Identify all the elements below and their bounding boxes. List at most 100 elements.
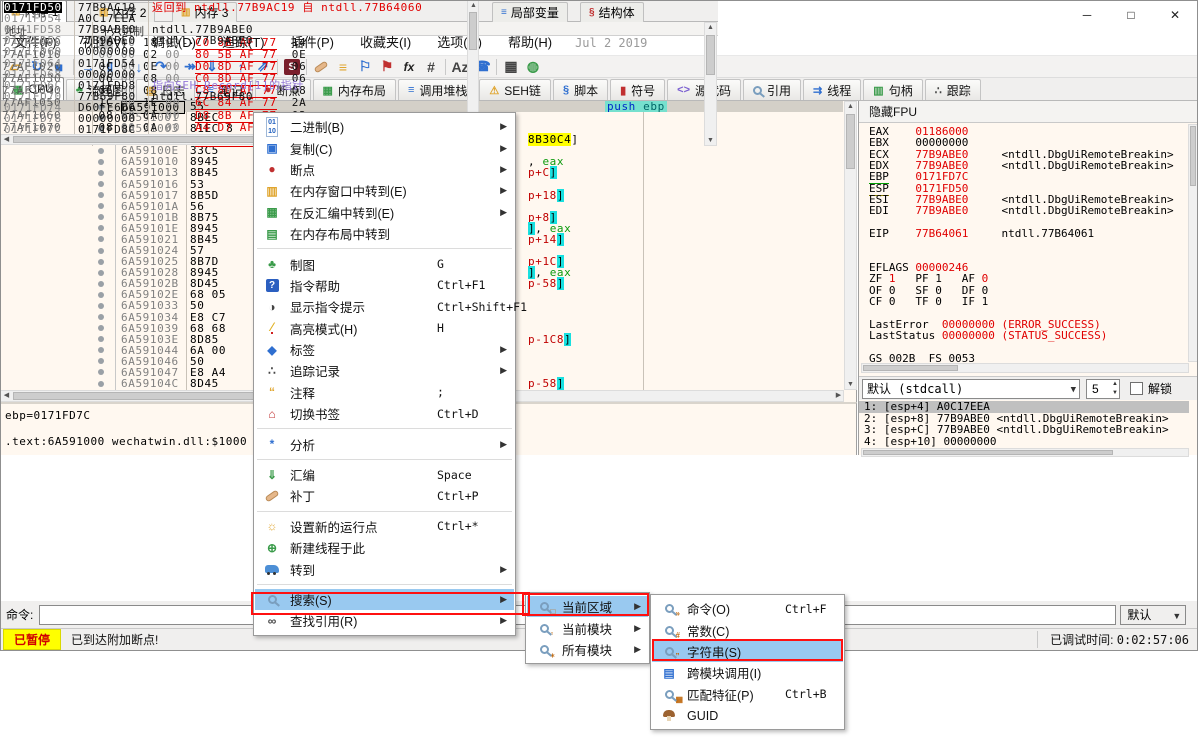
maximize-button[interactable]: □: [1109, 1, 1153, 30]
hide-fpu-button[interactable]: 隐藏FPU: [859, 101, 1198, 123]
menu-item-常数(C)[interactable]: #常数(C): [652, 619, 843, 640]
menu-item-命令(O)[interactable]: »命令(O)Ctrl+F: [652, 598, 843, 619]
tab-线程[interactable]: ⇉线程: [803, 79, 861, 100]
menu-item-二进制(B)[interactable]: 0110二进制(B)▶: [255, 116, 514, 137]
menu-item-在反汇编中转到(E)[interactable]: ▦在反汇编中转到(E)▶: [255, 202, 514, 223]
breakpoint-dot-icon[interactable]: [98, 225, 104, 231]
menu-item-当前模块[interactable]: ▫当前模块▶: [527, 617, 648, 638]
breakpoint-dot-icon[interactable]: [98, 259, 104, 265]
stack-row[interactable]: 0171FD5C77B9ABE0ntdll.77B9ABE0: [0, 35, 466, 46]
argument-row[interactable]: 4: [esp+10] 00000000: [859, 436, 1189, 448]
menu-item-label: 二进制(B): [290, 117, 344, 136]
breakpoint-dot-icon[interactable]: [98, 248, 104, 254]
menu-item-高亮模式(H)[interactable]: ⁄高亮模式(H)H: [255, 318, 514, 339]
registers-vscrollbar[interactable]: [1188, 124, 1198, 362]
stack-row[interactable]: 0171FD640171FD54: [0, 58, 466, 69]
breakpoint-dot-icon[interactable]: [98, 170, 104, 176]
breakpoint-dot-icon[interactable]: [98, 192, 104, 198]
breakpoint-dot-icon[interactable]: [98, 159, 104, 165]
breakpoint-dot-icon[interactable]: [98, 181, 104, 187]
menu-item-制图[interactable]: ♣制图G: [255, 253, 514, 274]
breakpoint-dot-icon[interactable]: [98, 203, 104, 209]
string-search-icon: ”: [665, 647, 674, 656]
menu-item-指令帮助[interactable]: ?指令帮助Ctrl+F1: [255, 275, 514, 296]
register-line[interactable]: LastStatus 00000000 (STATUS_SUCCESS): [869, 330, 1187, 341]
breakpoint-dot-icon[interactable]: [98, 336, 104, 342]
comment-icon: “: [269, 385, 275, 399]
breakpoint-icon: ●: [268, 162, 275, 176]
unlock-checkbox[interactable]: [1130, 382, 1143, 395]
dump-tab-结构体[interactable]: §结构体: [580, 2, 644, 22]
breakpoint-dot-icon[interactable]: [98, 347, 104, 353]
args-hscrollbar[interactable]: [861, 448, 1189, 457]
menu-item-查找引用(R)[interactable]: ∞查找引用(R)▶: [255, 610, 514, 631]
arg-count-stepper[interactable]: 5▲▼: [1086, 379, 1120, 399]
breakpoint-dot-icon[interactable]: [98, 369, 104, 375]
menu-item-在内存窗口中转到(E)[interactable]: ▥在内存窗口中转到(E)▶: [255, 180, 514, 201]
menu-item-label: 注释: [290, 383, 315, 402]
stack-row[interactable]: 0171FD7077B69F80ntdll.77B69F80: [0, 91, 466, 102]
dump-tab-局部变量[interactable]: ≡局部变量: [492, 2, 568, 22]
menu-item-当前区域[interactable]: □当前区域▶: [527, 596, 648, 617]
menu-item-断点[interactable]: ●断点▶: [255, 159, 514, 180]
menu-item-GUID[interactable]: GUID: [652, 705, 843, 726]
register-line[interactable]: EIP 77B64061 ntdll.77B64061: [869, 228, 1187, 239]
constant-search-icon: #: [665, 626, 674, 635]
menu-item-搜索(S)[interactable]: 搜索(S)▶: [255, 589, 514, 610]
menu-item-汇编[interactable]: ⇓汇编Space: [255, 464, 514, 485]
menu-item-所有模块[interactable]: ⁎所有模块▶: [527, 639, 648, 660]
stack-row[interactable]: 0171FD6000000000: [0, 46, 466, 57]
breakpoint-dot-icon[interactable]: [98, 148, 104, 154]
module-search-icon: ▫: [540, 624, 549, 633]
menu-item-新建线程于此[interactable]: ⊕新建线程于此: [255, 537, 514, 558]
tab-跟踪[interactable]: ∴跟踪: [925, 79, 981, 100]
register-line[interactable]: EDI 77B9ABE0 <ntdll.DbgUiRemoteBreakin>: [869, 205, 1187, 216]
close-button[interactable]: ✕: [1153, 1, 1197, 30]
menu-item-补丁[interactable]: 补丁Ctrl+P: [255, 485, 514, 506]
stack-row[interactable]: 0171FD5077B9AC19返回到 ntdll.77B9AC19 自 ntd…: [0, 2, 466, 13]
menu-item-显示指令提示[interactable]: ◑显示指令提示Ctrl+Shift+F1: [255, 296, 514, 317]
calling-convention-dropdown[interactable]: 默认 (stdcall)▼: [862, 379, 1080, 399]
menu-item-跨模块调用(I)[interactable]: ▤跨模块调用(I): [652, 662, 843, 683]
menu-item-字符串(S)[interactable]: ”字符串(S): [652, 641, 843, 662]
register-line[interactable]: CF 0 TF 0 IF 1: [869, 296, 1187, 307]
command-search-icon: »: [665, 604, 674, 613]
dump-vscrollbar[interactable]: ▲ ▼: [704, 22, 717, 146]
menu-item-追踪记录[interactable]: ∴追踪记录▶: [255, 360, 514, 381]
newthread-icon: ⊕: [267, 541, 277, 555]
breakpoint-dot-icon[interactable]: [98, 236, 104, 242]
breakpoint-dot-icon[interactable]: [98, 214, 104, 220]
menu-item-设置新的运行点[interactable]: ☼设置新的运行点Ctrl+*: [255, 516, 514, 537]
breakpoint-dot-icon[interactable]: [98, 303, 104, 309]
menu-item-在内存布局中转到[interactable]: ▤在内存布局中转到: [255, 223, 514, 244]
breakpoint-dot-icon[interactable]: [98, 270, 104, 276]
menu-item-标签[interactable]: ◆标签▶: [255, 339, 514, 360]
tab-引用[interactable]: 引用: [743, 79, 801, 100]
submenu-arrow-icon: ▶: [634, 601, 641, 612]
menu-item-转到[interactable]: 转到▶: [255, 558, 514, 579]
binary-icon: 0110: [266, 117, 278, 137]
menu-item-分析[interactable]: *分析▶: [255, 433, 514, 454]
breakpoint-dot-icon[interactable]: [98, 358, 104, 364]
command-script-dropdown[interactable]: 默认▼: [1120, 605, 1186, 625]
breakpoint-dot-icon[interactable]: [98, 325, 104, 331]
desktop-background: [0, 651, 1198, 749]
menu-item-匹配特征(P)[interactable]: ▦匹配特征(P)Ctrl+B: [652, 684, 843, 705]
menu-item-label: 切换书签: [290, 404, 340, 423]
menu-item-复制(C)[interactable]: ▣复制(C)▶: [255, 137, 514, 158]
menu-item-label: 搜索(S): [290, 590, 332, 609]
breakpoint-dot-icon[interactable]: [98, 314, 104, 320]
menu-item-label: 查找引用(R): [290, 611, 357, 630]
registers-pane[interactable]: 隐藏FPU EAX 01186000EBX 00000000ECX 77B9AB…: [858, 101, 1198, 455]
disasm-vscrollbar[interactable]: ▲ ▼: [844, 101, 857, 390]
breakpoint-dot-icon[interactable]: [98, 381, 104, 387]
tab-句柄[interactable]: ▥句柄: [863, 79, 922, 100]
breakpoint-dot-icon[interactable]: [98, 281, 104, 287]
argument-row[interactable]: 1: [esp+4] A0C17EEA: [859, 401, 1189, 413]
minimize-button[interactable]: ─: [1065, 1, 1109, 30]
menu-item-切换书签[interactable]: ⌂切换书签Ctrl+D: [255, 403, 514, 424]
breakpoint-dot-icon[interactable]: [98, 292, 104, 298]
submenu-arrow-icon: ▶: [500, 365, 507, 376]
menu-item-注释[interactable]: “注释;: [255, 382, 514, 403]
registers-hscrollbar[interactable]: [861, 363, 1189, 373]
